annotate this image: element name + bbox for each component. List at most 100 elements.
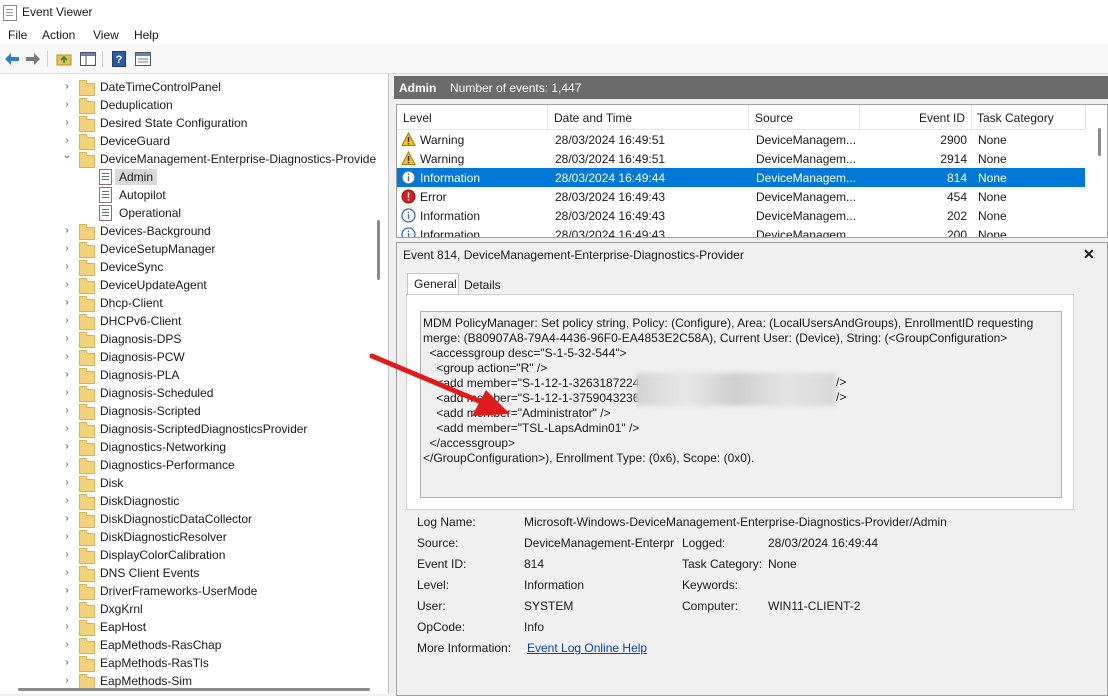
chevron-right-icon[interactable]: › bbox=[62, 315, 72, 327]
tree-item[interactable]: › DeviceSync bbox=[0, 258, 388, 276]
show-hide-tree-icon[interactable] bbox=[79, 50, 97, 68]
back-icon[interactable] bbox=[3, 50, 21, 68]
column-header-event-id[interactable]: Event ID bbox=[860, 105, 972, 130]
tab-details[interactable]: Details bbox=[458, 273, 504, 293]
chevron-right-icon[interactable]: › bbox=[62, 351, 72, 363]
tree-item[interactable]: Admin bbox=[0, 168, 388, 186]
chevron-right-icon[interactable]: › bbox=[62, 333, 72, 345]
tree-item[interactable]: › DxgKrnl bbox=[0, 600, 388, 618]
properties-icon[interactable] bbox=[134, 50, 152, 68]
tree-item[interactable]: › DeviceUpdateAgent bbox=[0, 276, 388, 294]
tree-item[interactable]: › DisplayColorCalibration bbox=[0, 546, 388, 564]
chevron-right-icon[interactable]: › bbox=[62, 405, 72, 417]
log-tree[interactable]: › DateTimeControlPanel › Deduplication › Desi… bbox=[0, 74, 388, 694]
menu-view[interactable]: View bbox=[93, 28, 119, 42]
chevron-right-icon[interactable]: › bbox=[62, 621, 72, 633]
tree-item[interactable]: › Diagnosis-PCW bbox=[0, 348, 388, 366]
tree-item[interactable]: › DiskDiagnostic bbox=[0, 492, 388, 510]
chevron-right-icon[interactable]: › bbox=[62, 531, 72, 543]
chevron-right-icon[interactable]: › bbox=[62, 225, 72, 237]
tree-item[interactable]: › Disk bbox=[0, 474, 388, 492]
tree-item[interactable]: › DeviceSetupManager bbox=[0, 240, 388, 258]
event-log-online-help-link[interactable]: Event Log Online Help bbox=[527, 641, 647, 655]
tree-item[interactable]: ⌄ DeviceManagement-Enterprise-Diagnostics… bbox=[0, 150, 388, 168]
close-icon[interactable]: ✕ bbox=[1083, 246, 1095, 263]
tree-item[interactable]: › Diagnosis-PLA bbox=[0, 366, 388, 384]
event-list-scrollbar[interactable] bbox=[1098, 128, 1101, 156]
menu-help[interactable]: Help bbox=[134, 28, 159, 42]
tree-item[interactable]: › EapHost bbox=[0, 618, 388, 636]
tree-item[interactable]: › Diagnosis-Scheduled bbox=[0, 384, 388, 402]
chevron-down-icon[interactable]: ⌄ bbox=[62, 150, 72, 162]
event-list[interactable]: Level Date and Time Source Event ID Task… bbox=[396, 104, 1108, 238]
forward-icon[interactable] bbox=[24, 50, 42, 68]
event-row[interactable]: Information 28/03/2024 16:49:44 DeviceMana… bbox=[397, 168, 1085, 187]
menu-action[interactable]: Action bbox=[42, 28, 75, 42]
chevron-right-icon[interactable]: › bbox=[62, 423, 72, 435]
tree-item[interactable]: › Diagnostics-Networking bbox=[0, 438, 388, 456]
chevron-right-icon[interactable]: › bbox=[62, 585, 72, 597]
tree-item[interactable]: › DiskDiagnosticResolver bbox=[0, 528, 388, 546]
chevron-right-icon[interactable]: › bbox=[62, 261, 72, 273]
chevron-right-icon[interactable]: › bbox=[62, 297, 72, 309]
column-header-date-time[interactable]: Date and Time bbox=[548, 105, 749, 130]
event-row[interactable]: Information 28/03/2024 16:49:43 DeviceMana… bbox=[397, 225, 1085, 237]
tree-item[interactable]: › Deduplication bbox=[0, 96, 388, 114]
chevron-right-icon[interactable]: › bbox=[62, 495, 72, 507]
event-source: DeviceManagem... bbox=[756, 209, 857, 223]
chevron-right-icon[interactable]: › bbox=[62, 603, 72, 615]
tree-item[interactable]: › Devices-Background bbox=[0, 222, 388, 240]
tree-item[interactable]: › Dhcp-Client bbox=[0, 294, 388, 312]
column-header-level[interactable]: Level bbox=[397, 105, 548, 130]
menu-file[interactable]: File bbox=[8, 28, 27, 42]
chevron-right-icon[interactable]: › bbox=[62, 135, 72, 147]
folder-icon bbox=[79, 314, 95, 330]
column-header-source[interactable]: Source bbox=[749, 105, 860, 130]
event-row[interactable]: Warning 28/03/2024 16:49:51 DeviceManagem.… bbox=[397, 149, 1085, 168]
chevron-right-icon[interactable]: › bbox=[62, 243, 72, 255]
tree-item[interactable]: › EapMethods-RasTls bbox=[0, 654, 388, 672]
tree-item[interactable]: › Diagnosis-Scripted bbox=[0, 402, 388, 420]
chevron-right-icon[interactable]: › bbox=[62, 81, 72, 93]
tree-item[interactable]: Operational bbox=[0, 204, 388, 222]
chevron-right-icon[interactable]: › bbox=[62, 99, 72, 111]
chevron-right-icon[interactable]: › bbox=[62, 675, 72, 687]
event-date-time: 28/03/2024 16:49:51 bbox=[555, 133, 666, 147]
tree-item[interactable]: › Diagnosis-DPS bbox=[0, 330, 388, 348]
tree-item[interactable]: › EapMethods-RasChap bbox=[0, 636, 388, 654]
tree-horizontal-scrollbar[interactable] bbox=[18, 688, 370, 691]
column-header-task-category[interactable]: Task Category bbox=[972, 105, 1086, 130]
chevron-right-icon[interactable]: › bbox=[62, 567, 72, 579]
chevron-right-icon[interactable]: › bbox=[62, 639, 72, 651]
event-row[interactable]: Error 28/03/2024 16:49:43 DeviceManagem...… bbox=[397, 187, 1085, 206]
tree-item[interactable]: › Desired State Configuration bbox=[0, 114, 388, 132]
tree-item[interactable]: › DeviceGuard bbox=[0, 132, 388, 150]
chevron-right-icon[interactable]: › bbox=[62, 441, 72, 453]
tree-vertical-scrollbar[interactable] bbox=[377, 220, 380, 280]
tree-item[interactable]: › Diagnostics-Performance bbox=[0, 456, 388, 474]
tab-general[interactable]: General bbox=[407, 273, 459, 294]
source-value: DeviceManagement-Enterpr bbox=[524, 536, 675, 550]
chevron-right-icon[interactable]: › bbox=[62, 513, 72, 525]
tree-item[interactable]: › DriverFrameworks-UserMode bbox=[0, 582, 388, 600]
chevron-right-icon[interactable]: › bbox=[62, 477, 72, 489]
tree-item[interactable]: › Diagnosis-ScriptedDiagnosticsProvider bbox=[0, 420, 388, 438]
folder-icon bbox=[79, 404, 95, 420]
chevron-right-icon[interactable]: › bbox=[62, 549, 72, 561]
tree-item-label: Disk bbox=[100, 476, 124, 490]
event-row[interactable]: Warning 28/03/2024 16:49:51 DeviceManagem.… bbox=[397, 130, 1085, 149]
tree-item[interactable]: › DateTimeControlPanel bbox=[0, 78, 388, 96]
chevron-right-icon[interactable]: › bbox=[62, 369, 72, 381]
tree-item[interactable]: › DHCPv6-Client bbox=[0, 312, 388, 330]
chevron-right-icon[interactable]: › bbox=[62, 657, 72, 669]
up-folder-icon[interactable] bbox=[55, 50, 73, 68]
tree-item[interactable]: › DNS Client Events bbox=[0, 564, 388, 582]
event-row[interactable]: Information 28/03/2024 16:49:43 DeviceMana… bbox=[397, 206, 1085, 225]
chevron-right-icon[interactable]: › bbox=[62, 117, 72, 129]
tree-item[interactable]: › DiskDiagnosticDataCollector bbox=[0, 510, 388, 528]
help-icon[interactable]: ? bbox=[110, 50, 128, 68]
chevron-right-icon[interactable]: › bbox=[62, 459, 72, 471]
tree-item[interactable]: Autopilot bbox=[0, 186, 388, 204]
chevron-right-icon[interactable]: › bbox=[62, 279, 72, 291]
chevron-right-icon[interactable]: › bbox=[62, 387, 72, 399]
